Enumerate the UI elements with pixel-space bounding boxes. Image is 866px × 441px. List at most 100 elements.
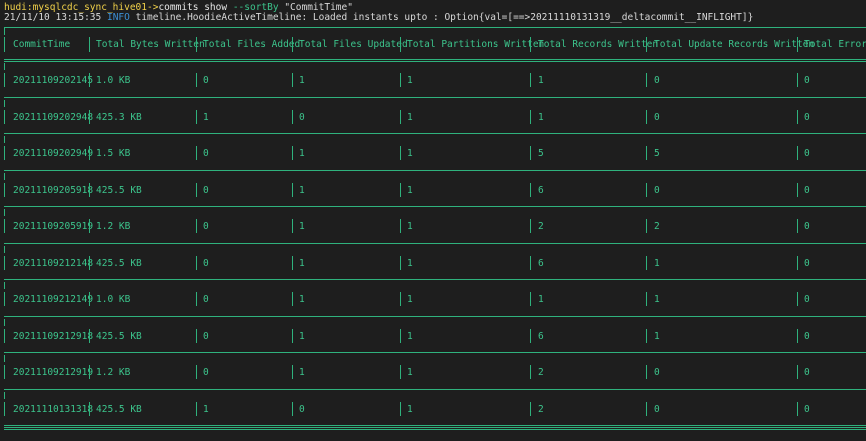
commits-table: CommitTime Total Bytes Written Total Files… (0, 0, 866, 441)
table-cell: 1.5 KB (96, 148, 131, 159)
table-cell: 0 (804, 111, 810, 123)
column-divider (4, 182, 5, 197)
table-cell: 1 (407, 148, 413, 159)
column-divider (530, 182, 531, 197)
column-divider (400, 182, 401, 197)
table-cell: 0 (203, 257, 209, 269)
table-cell: 425.5 KB (96, 184, 142, 196)
table-cell: 1 (538, 294, 544, 305)
table-cell: 20211109202949 (13, 148, 94, 159)
column-divider (646, 37, 647, 52)
column-divider (530, 401, 531, 416)
column-divider (530, 365, 531, 379)
column-divider (797, 328, 798, 343)
column-divider (400, 109, 401, 124)
column-divider (89, 73, 90, 87)
table-cell: 1 (407, 330, 413, 342)
column-divider (292, 365, 293, 379)
column-divider (292, 182, 293, 197)
column-divider (797, 219, 798, 233)
column-divider (292, 255, 293, 270)
table-cell: 1 (407, 403, 413, 415)
column-divider (400, 292, 401, 306)
table-cell: 1 (299, 367, 305, 378)
column-divider (530, 37, 531, 52)
corner-mark (4, 282, 5, 289)
column-divider (797, 292, 798, 306)
table-cell: 1.2 KB (96, 367, 131, 378)
row-separator (4, 169, 866, 171)
column-divider (292, 292, 293, 306)
table-cell: 20211109212918 (13, 330, 94, 342)
column-divider (4, 146, 5, 160)
table-cell: 1 (407, 75, 413, 86)
row-separator (4, 388, 866, 390)
table-cell: 1 (299, 294, 305, 305)
column-divider (400, 146, 401, 160)
table-cell: 0 (203, 221, 209, 232)
table-cell: 5 (654, 148, 660, 159)
table-cell: 0 (804, 330, 810, 342)
column-divider (530, 73, 531, 87)
column-divider (646, 328, 647, 343)
table-cell: 1 (654, 330, 660, 342)
table-cell: 0 (654, 403, 660, 415)
table-cell: 1 (407, 257, 413, 269)
table-cell: 0 (203, 184, 209, 196)
table-cell: 2 (654, 221, 660, 232)
column-divider (646, 182, 647, 197)
header-separator (4, 61, 866, 62)
header-separator (4, 59, 866, 60)
column-divider (646, 73, 647, 87)
table-cell: 1.0 KB (96, 75, 131, 86)
column-divider (4, 37, 5, 52)
column-divider (400, 328, 401, 343)
column-divider (797, 401, 798, 416)
column-divider (196, 219, 197, 233)
column-divider (400, 255, 401, 270)
column-divider (797, 73, 798, 87)
table-cell: 1 (203, 111, 209, 123)
column-divider (797, 109, 798, 124)
column-divider (646, 401, 647, 416)
column-divider (292, 37, 293, 52)
table-cell: 0 (654, 75, 660, 86)
column-divider (530, 146, 531, 160)
table-cell: 20211109212148 (13, 257, 94, 269)
row-separator (4, 352, 866, 353)
column-divider (400, 365, 401, 379)
table-cell: 1 (299, 330, 305, 342)
table-cell: 425.3 KB (96, 111, 142, 123)
column-divider (646, 219, 647, 233)
column-divider (89, 401, 90, 416)
table-cell: 0 (654, 367, 660, 378)
column-divider (89, 255, 90, 270)
column-divider (196, 37, 197, 52)
corner-mark (4, 355, 5, 362)
table-cell: 1 (407, 111, 413, 123)
column-divider (797, 365, 798, 379)
table-cell: 2 (538, 367, 544, 378)
column-header: Total Update Records Written (654, 39, 815, 50)
table-cell: 425.5 KB (96, 257, 142, 269)
row-separator (4, 242, 866, 244)
table-cell: 0 (654, 111, 660, 123)
column-divider (797, 37, 798, 52)
corner-mark (4, 63, 5, 70)
table-cell: 1 (299, 221, 305, 232)
column-divider (797, 146, 798, 160)
column-divider (89, 146, 90, 160)
table-cell: 0 (203, 367, 209, 378)
table-cell: 1 (407, 221, 413, 232)
column-divider (797, 182, 798, 197)
table-cell: 0 (299, 403, 305, 415)
table-cell: 1 (299, 75, 305, 86)
row-separator (4, 315, 866, 317)
column-divider (196, 109, 197, 124)
column-divider (4, 365, 5, 379)
table-cell: 5 (538, 148, 544, 159)
column-divider (89, 109, 90, 124)
column-divider (400, 219, 401, 233)
column-divider (196, 401, 197, 416)
corner-mark (4, 318, 5, 326)
